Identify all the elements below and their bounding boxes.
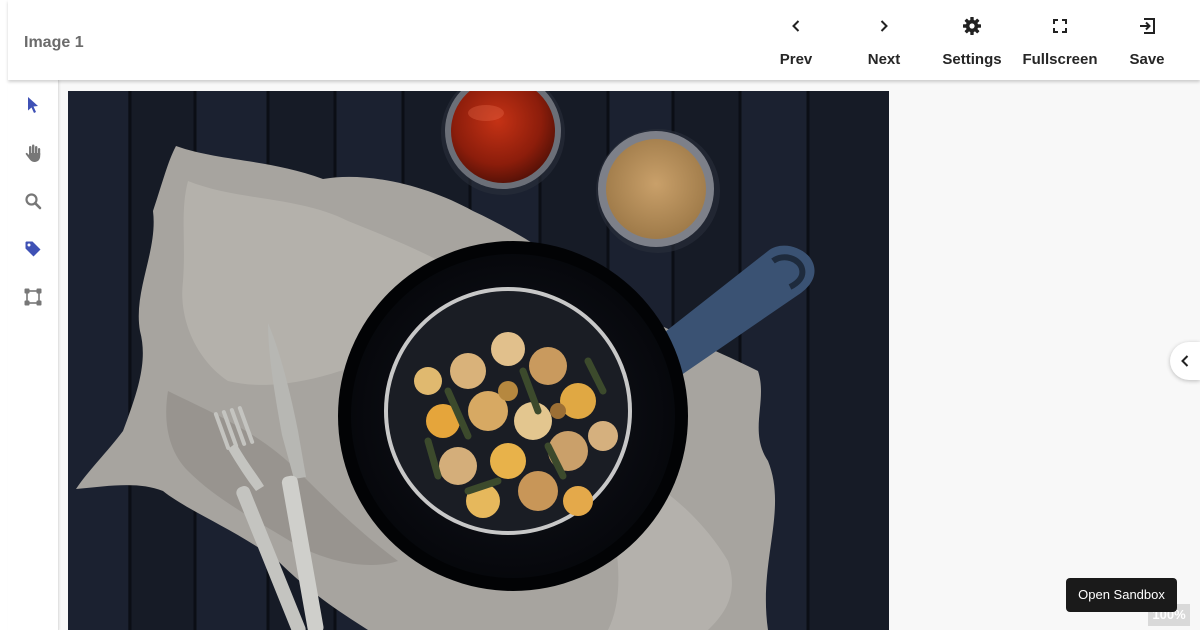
- bounding-box-icon: [24, 288, 42, 306]
- next-button[interactable]: Next: [860, 0, 908, 80]
- chevron-right-icon: [877, 12, 891, 40]
- save-exit-icon: [1137, 12, 1157, 40]
- tag-tool-button[interactable]: [20, 236, 46, 262]
- hand-icon: [25, 144, 41, 162]
- next-label: Next: [867, 51, 901, 68]
- tag-icon: [25, 241, 41, 257]
- prev-label: Prev: [779, 51, 813, 68]
- select-tool-button[interactable]: [20, 92, 46, 118]
- zoom-tool-button[interactable]: [20, 188, 46, 214]
- image-title: Image 1: [24, 34, 84, 51]
- chevron-left-icon: [1181, 355, 1189, 367]
- open-sandbox-button[interactable]: Open Sandbox: [1066, 578, 1177, 612]
- fullscreen-icon: [1052, 12, 1068, 40]
- save-button[interactable]: Save: [1120, 0, 1174, 80]
- tool-sidebar: [8, 80, 59, 630]
- magnifier-icon: [25, 193, 42, 210]
- top-toolbar: Image 1 Prev Next Settings Fullscreen Sa…: [8, 0, 1200, 80]
- prev-button[interactable]: Prev: [770, 0, 822, 80]
- fullscreen-label: Fullscreen: [1022, 51, 1098, 68]
- annotation-canvas[interactable]: [59, 80, 1200, 630]
- pointer-icon: [28, 97, 38, 113]
- save-label: Save: [1129, 51, 1165, 68]
- gear-icon: [962, 12, 982, 40]
- food-photo[interactable]: [68, 91, 889, 630]
- settings-button[interactable]: Settings: [936, 0, 1008, 80]
- pan-tool-button[interactable]: [20, 140, 46, 166]
- chevron-left-icon: [789, 12, 803, 40]
- collapse-panel-button[interactable]: [1170, 342, 1200, 380]
- fullscreen-button[interactable]: Fullscreen: [1018, 0, 1102, 80]
- bounding-box-tool-button[interactable]: [20, 284, 46, 310]
- settings-label: Settings: [942, 51, 1002, 68]
